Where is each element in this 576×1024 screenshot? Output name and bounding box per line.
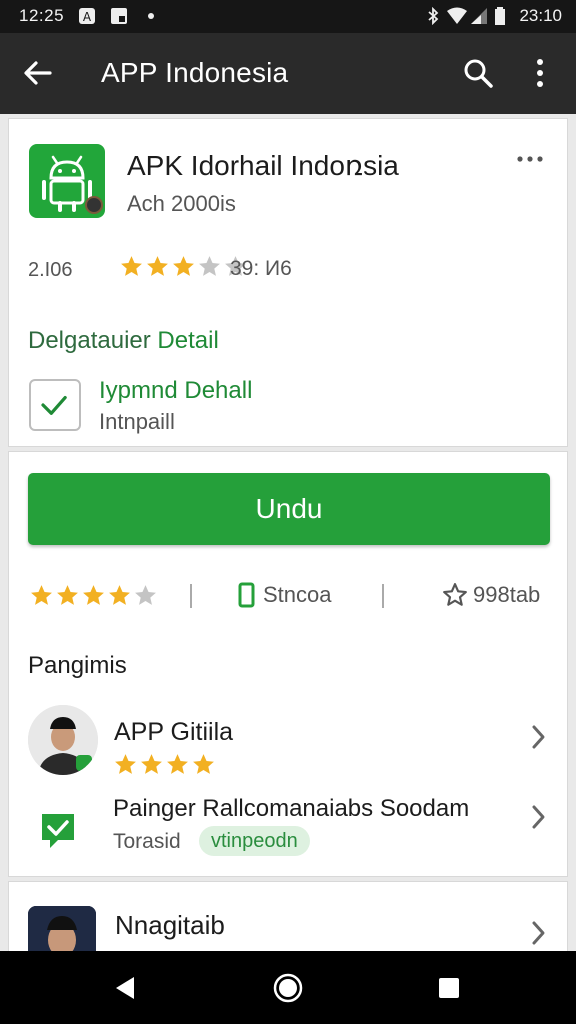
chevron-right-icon[interactable] <box>531 724 547 750</box>
detail-link-accent: Detail <box>157 327 219 354</box>
download-notification-icon <box>110 7 128 25</box>
star-outline-icon[interactable] <box>442 582 468 608</box>
status-time: 12:25 <box>19 6 65 25</box>
star-filled-icon <box>147 256 168 276</box>
star-filled-icon <box>115 754 136 774</box>
review-title: Painger Rallcomanaiabs Soodam <box>113 795 470 822</box>
app-developer: Ach 2000is <box>127 191 236 216</box>
more-options-icon[interactable] <box>515 149 545 169</box>
app-bar: APP Indonesia <box>0 33 576 114</box>
star-filled-icon <box>109 585 130 605</box>
dot-icon <box>145 7 163 25</box>
bottom-card: Nnagitaib <box>8 881 568 962</box>
verified-check-icon <box>38 810 78 850</box>
rating-count: 39: И6 <box>230 257 292 280</box>
reviewer-name: APP Gitiila <box>114 718 234 746</box>
nav-back-icon[interactable] <box>106 969 144 1007</box>
status-bar: 12:25 A 23:10 <box>0 0 576 33</box>
star-filled-icon <box>167 754 188 774</box>
install-button[interactable]: Undu <box>28 473 550 545</box>
detail-link-prefix: Delgatauier <box>28 327 158 354</box>
star-filled-icon <box>173 256 194 276</box>
reviews-heading: Pangimis <box>28 652 127 679</box>
review-tag[interactable]: vtinpeodn <box>199 826 310 856</box>
overflow-menu-icon[interactable] <box>524 55 556 91</box>
nav-recents-icon[interactable] <box>430 969 468 1007</box>
app-rating-stars <box>119 254 248 279</box>
star-empty-icon <box>199 256 220 276</box>
app-size: 2.I06 <box>28 259 73 281</box>
wifi-icon <box>446 7 468 25</box>
checkbox-subtitle: Intnpaill <box>99 409 175 434</box>
review-subtitle: Torasid <box>113 830 181 853</box>
search-icon[interactable] <box>460 55 496 91</box>
reviewer-avatar[interactable] <box>28 705 98 775</box>
bluetooth-icon <box>424 6 442 26</box>
detail-link[interactable]: Delgatauier Detail <box>28 327 219 355</box>
divider <box>190 584 192 608</box>
star-filled-icon <box>193 754 214 774</box>
checkbox[interactable] <box>29 379 81 431</box>
system-nav-bar <box>0 951 576 1024</box>
app-notification-icon: A <box>78 7 96 25</box>
nav-home-icon[interactable] <box>269 969 307 1007</box>
app-name: APK Idorhail Indoռsia <box>127 150 399 181</box>
install-card: Undu Stncoa 998tab Pangimis APP Gitiila … <box>8 451 568 877</box>
download-count: Stncoa <box>263 582 332 607</box>
app-info-card: APK Idorhail Indoռsia Ach 2000is 2.I06 3… <box>8 118 568 447</box>
item-name: Nnagitaib <box>115 910 225 940</box>
reviewer-stars <box>113 752 216 777</box>
star-filled-icon <box>31 585 52 605</box>
chevron-right-icon[interactable] <box>531 920 547 946</box>
app-badge-icon <box>85 196 103 214</box>
status-right-time: 23:10 <box>519 6 562 25</box>
back-arrow-icon[interactable] <box>20 55 56 91</box>
star-empty-icon <box>135 585 156 605</box>
star-filled-icon <box>57 585 78 605</box>
chevron-right-icon[interactable] <box>531 804 547 830</box>
battery-icon <box>494 7 506 25</box>
svg-text:A: A <box>83 10 92 24</box>
favorite-count: 998tab <box>473 582 541 607</box>
divider <box>382 584 384 608</box>
check-mark-icon <box>41 396 67 415</box>
signal-icon <box>470 7 488 25</box>
app-bar-title: APP Indonesia <box>101 57 289 88</box>
checkbox-title: Iypmnd Dehall <box>99 377 253 404</box>
phone-icon <box>237 582 257 608</box>
android-app-icon[interactable] <box>29 144 105 218</box>
star-filled-icon <box>141 754 162 774</box>
star-filled-icon <box>83 585 104 605</box>
star-filled-icon <box>121 256 142 276</box>
overall-rating-stars <box>29 583 158 608</box>
